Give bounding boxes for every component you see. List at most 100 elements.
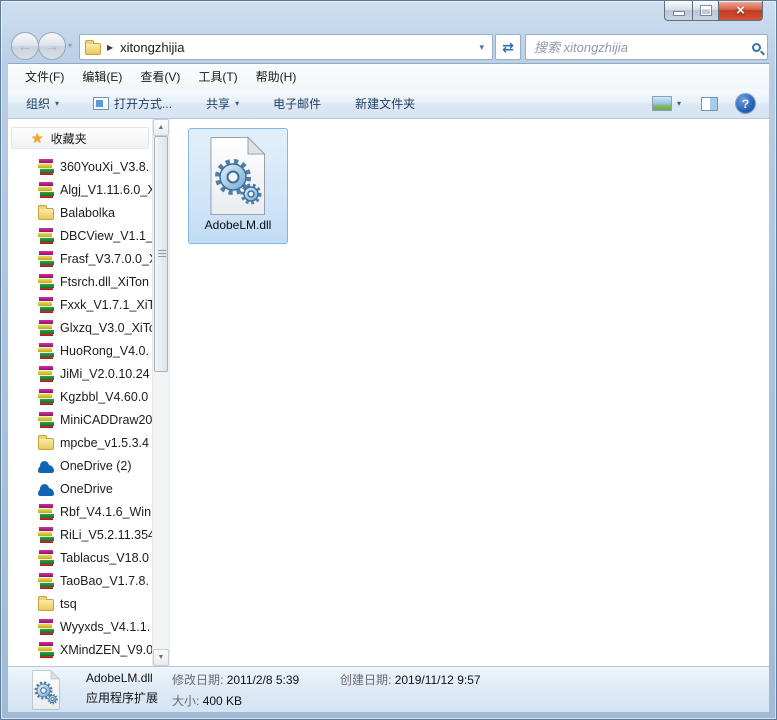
sidebar-item[interactable]: OneDrive (2) — [8, 454, 152, 477]
file-name-label: AdobeLM.dll — [204, 218, 272, 232]
address-bar[interactable]: ▶ xitongzhijia ▾ — [79, 34, 493, 60]
email-button[interactable]: 电子邮件 — [263, 90, 331, 117]
open-with-icon — [93, 97, 110, 110]
maximize-button[interactable] — [692, 1, 719, 21]
favorites-label: 收藏夹 — [50, 131, 87, 146]
rar-icon — [38, 549, 54, 566]
onedrive-icon — [38, 483, 54, 496]
sidebar-item-label: HuoRong_V4.0. — [60, 343, 149, 358]
onedrive-icon — [38, 460, 54, 473]
sidebar-item[interactable]: Glxzq_V3.0_XiTo — [8, 316, 152, 339]
search-icon — [752, 42, 761, 52]
menu-edit[interactable]: 编辑(E) — [73, 64, 131, 89]
history-dropdown[interactable]: ▾ — [68, 41, 72, 50]
sidebar-item[interactable]: RiLi_V5.2.11.354 — [8, 523, 152, 546]
rar-icon — [38, 342, 54, 359]
scrollbar-thumb[interactable] — [154, 136, 168, 372]
address-dropdown[interactable]: ▾ — [475, 42, 488, 53]
sidebar-item[interactable]: Wyyxds_V4.1.1. — [8, 615, 152, 638]
details-pane: AdobeLM.dll 应用程序扩展 修改日期: 2011/2/8 5:39 大… — [8, 666, 769, 712]
rar-icon — [38, 503, 54, 520]
change-view-button[interactable]: ▾ — [646, 91, 687, 116]
chevron-down-icon: ▾ — [68, 41, 73, 50]
menu-file[interactable]: 文件(F) — [16, 64, 73, 89]
chevron-down-icon: ▾ — [55, 99, 60, 108]
menu-tools[interactable]: 工具(T) — [189, 64, 246, 89]
sidebar-item-label: OneDrive — [60, 481, 113, 496]
file-item-adobelm[interactable]: AdobeLM.dll — [188, 128, 288, 244]
command-toolbar: 组织 ▾ 打开方式... 共享 ▾ 电子邮件 新建文件夹 ▾ ? — [8, 89, 769, 119]
folder-icon — [38, 435, 54, 450]
explorer-window: { "navbar": { "path_folder": "xitongzhij… — [0, 0, 777, 720]
sidebar-item-label: MiniCADDraw20 — [60, 412, 152, 427]
sidebar-item[interactable]: OneDrive — [8, 477, 152, 500]
open-with-button[interactable]: 打开方式... — [83, 90, 182, 117]
search-input[interactable] — [534, 39, 752, 55]
new-folder-label: 新建文件夹 — [355, 97, 416, 111]
rar-icon — [38, 572, 54, 589]
rar-icon — [38, 296, 54, 313]
scroll-up-button[interactable]: ▲ — [153, 119, 169, 136]
preview-pane-button[interactable] — [695, 92, 724, 116]
sidebar-item[interactable]: Ftsrch.dll_XiTon — [8, 270, 152, 293]
sidebar-item-label: mpcbe_v1.5.3.4 — [60, 435, 149, 450]
forward-button[interactable]: → — [38, 32, 66, 60]
sidebar-item-label: OneDrive (2) — [60, 458, 132, 473]
sidebar-item-label: Frasf_V3.7.0.0_X — [60, 251, 152, 266]
dll-file-icon-small — [32, 669, 60, 709]
status-file-type: 应用程序扩展 — [86, 690, 159, 705]
content-area: ★ 收藏夹 360YouXi_V3.8. Algj_V1.11.6.0_X Bala… — [8, 119, 769, 666]
views-icon — [651, 96, 672, 111]
sidebar-item[interactable]: JiMi_V2.0.10.24 — [8, 362, 152, 385]
menu-view[interactable]: 查看(V) — [131, 64, 189, 89]
refresh-button[interactable]: ⇄ — [495, 34, 521, 60]
email-label: 电子邮件 — [273, 97, 322, 111]
sidebar-scrollbar[interactable]: ▲ ▼ — [152, 119, 169, 666]
sidebar-item[interactable]: XMindZEN_V9.0 — [8, 638, 152, 661]
sidebar-item-label: DBCView_V1.1_ — [60, 228, 152, 243]
close-icon: × — [736, 2, 745, 19]
breadcrumb-folder[interactable]: xitongzhijia — [120, 40, 475, 55]
sidebar-item[interactable]: Frasf_V3.7.0.0_X — [8, 247, 152, 270]
rar-icon — [38, 158, 54, 175]
sidebar-item[interactable]: 360YouXi_V3.8. — [8, 155, 152, 178]
file-list-area[interactable]: AdobeLM.dll — [169, 119, 769, 666]
new-folder-button[interactable]: 新建文件夹 — [345, 90, 425, 117]
organize-button[interactable]: 组织 ▾ — [16, 90, 69, 117]
sidebar-item-label: Kgzbbl_V4.60.0 — [60, 389, 149, 404]
sidebar-item[interactable]: mpcbe_v1.5.3.4 — [8, 431, 152, 454]
sidebar-item[interactable]: Rbf_V4.1.6_Win — [8, 500, 152, 523]
sidebar-item[interactable]: DBCView_V1.1_ — [8, 224, 152, 247]
sidebar-item[interactable]: tsq — [8, 592, 152, 615]
size-label: 大小: — [172, 693, 200, 708]
sidebar-item-label: 360YouXi_V3.8. — [60, 159, 150, 174]
sidebar-item[interactable]: Algj_V1.11.6.0_X — [8, 178, 152, 201]
favorites-header[interactable]: ★ 收藏夹 — [11, 127, 149, 149]
sidebar-item[interactable]: TaoBao_V1.7.8. — [8, 569, 152, 592]
folder-icon — [38, 205, 54, 220]
sidebar-item[interactable]: Balabolka — [8, 201, 152, 224]
breadcrumb-arrow-icon: ▶ — [107, 42, 114, 52]
menu-help[interactable]: 帮助(H) — [247, 64, 306, 89]
modified-label: 修改日期: — [172, 672, 224, 687]
sidebar-item-label: Ftsrch.dll_XiTon — [60, 274, 149, 289]
caption-buttons: × — [664, 1, 763, 21]
sidebar-item-label: TaoBao_V1.7.8. — [60, 573, 149, 588]
rar-icon — [38, 641, 54, 658]
search-box[interactable] — [525, 34, 768, 60]
minimize-button[interactable] — [664, 1, 693, 21]
close-button[interactable]: × — [718, 1, 763, 21]
sidebar-item-label: Glxzq_V3.0_XiTo — [60, 320, 152, 335]
help-button[interactable]: ? — [730, 89, 761, 118]
sidebar-item-label: Algj_V1.11.6.0_X — [60, 182, 152, 197]
back-button[interactable]: ← — [11, 32, 39, 60]
sidebar-item[interactable]: Fxxk_V1.7.1_XiT — [8, 293, 152, 316]
sidebar-item-label: JiMi_V2.0.10.24 — [60, 366, 150, 381]
share-button[interactable]: 共享 ▾ — [196, 90, 249, 117]
rar-icon — [38, 618, 54, 635]
sidebar-item[interactable]: Kgzbbl_V4.60.0 — [8, 385, 152, 408]
sidebar-item[interactable]: MiniCADDraw20 — [8, 408, 152, 431]
scroll-down-button[interactable]: ▼ — [153, 649, 169, 666]
sidebar-item[interactable]: Tablacus_V18.0 — [8, 546, 152, 569]
sidebar-item[interactable]: HuoRong_V4.0. — [8, 339, 152, 362]
